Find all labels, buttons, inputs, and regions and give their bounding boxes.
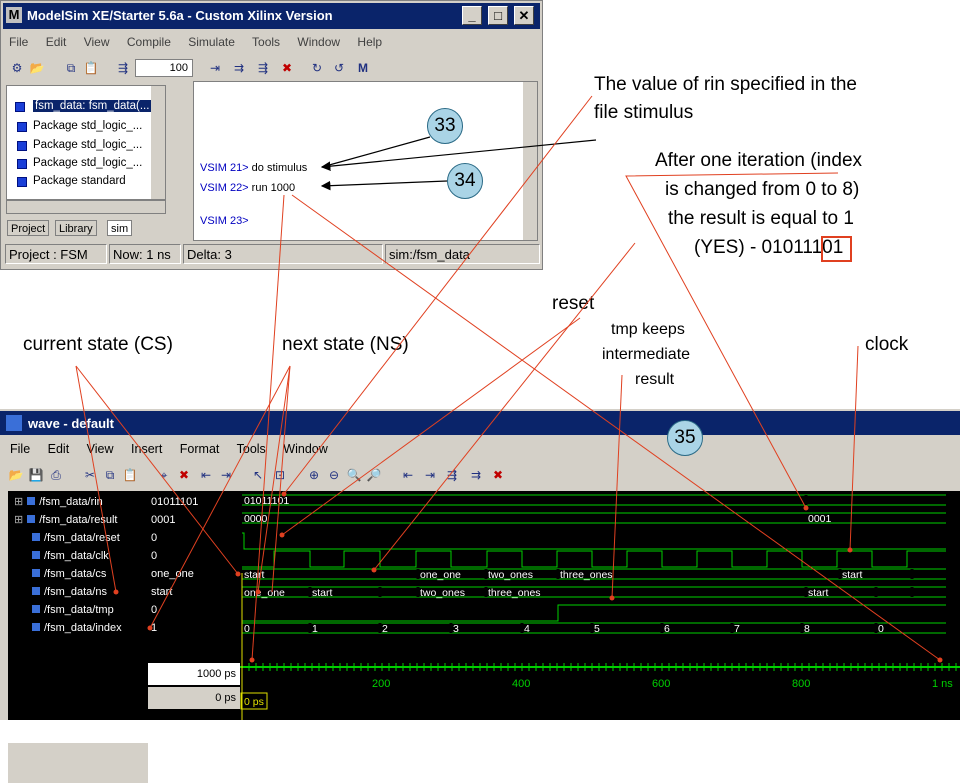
arrow-clock bbox=[849, 345, 859, 551]
signal-pane-footer bbox=[8, 743, 148, 783]
arrow-33 bbox=[321, 136, 431, 168]
arrow-ns-to-wave bbox=[271, 365, 291, 593]
arrow-ns-to-index bbox=[149, 365, 291, 629]
arrow-cs bbox=[373, 242, 636, 571]
arrow-ns-to-ns bbox=[257, 365, 291, 593]
arrow-reset bbox=[281, 317, 581, 536]
arrow-tmp bbox=[611, 374, 623, 599]
arrow-34 bbox=[320, 180, 448, 191]
arrow-cs-to-cs bbox=[75, 365, 239, 575]
annotation-arrows bbox=[75, 95, 943, 663]
arrow-run-to-time bbox=[291, 194, 941, 661]
arrow-cs-to-name bbox=[75, 365, 117, 593]
